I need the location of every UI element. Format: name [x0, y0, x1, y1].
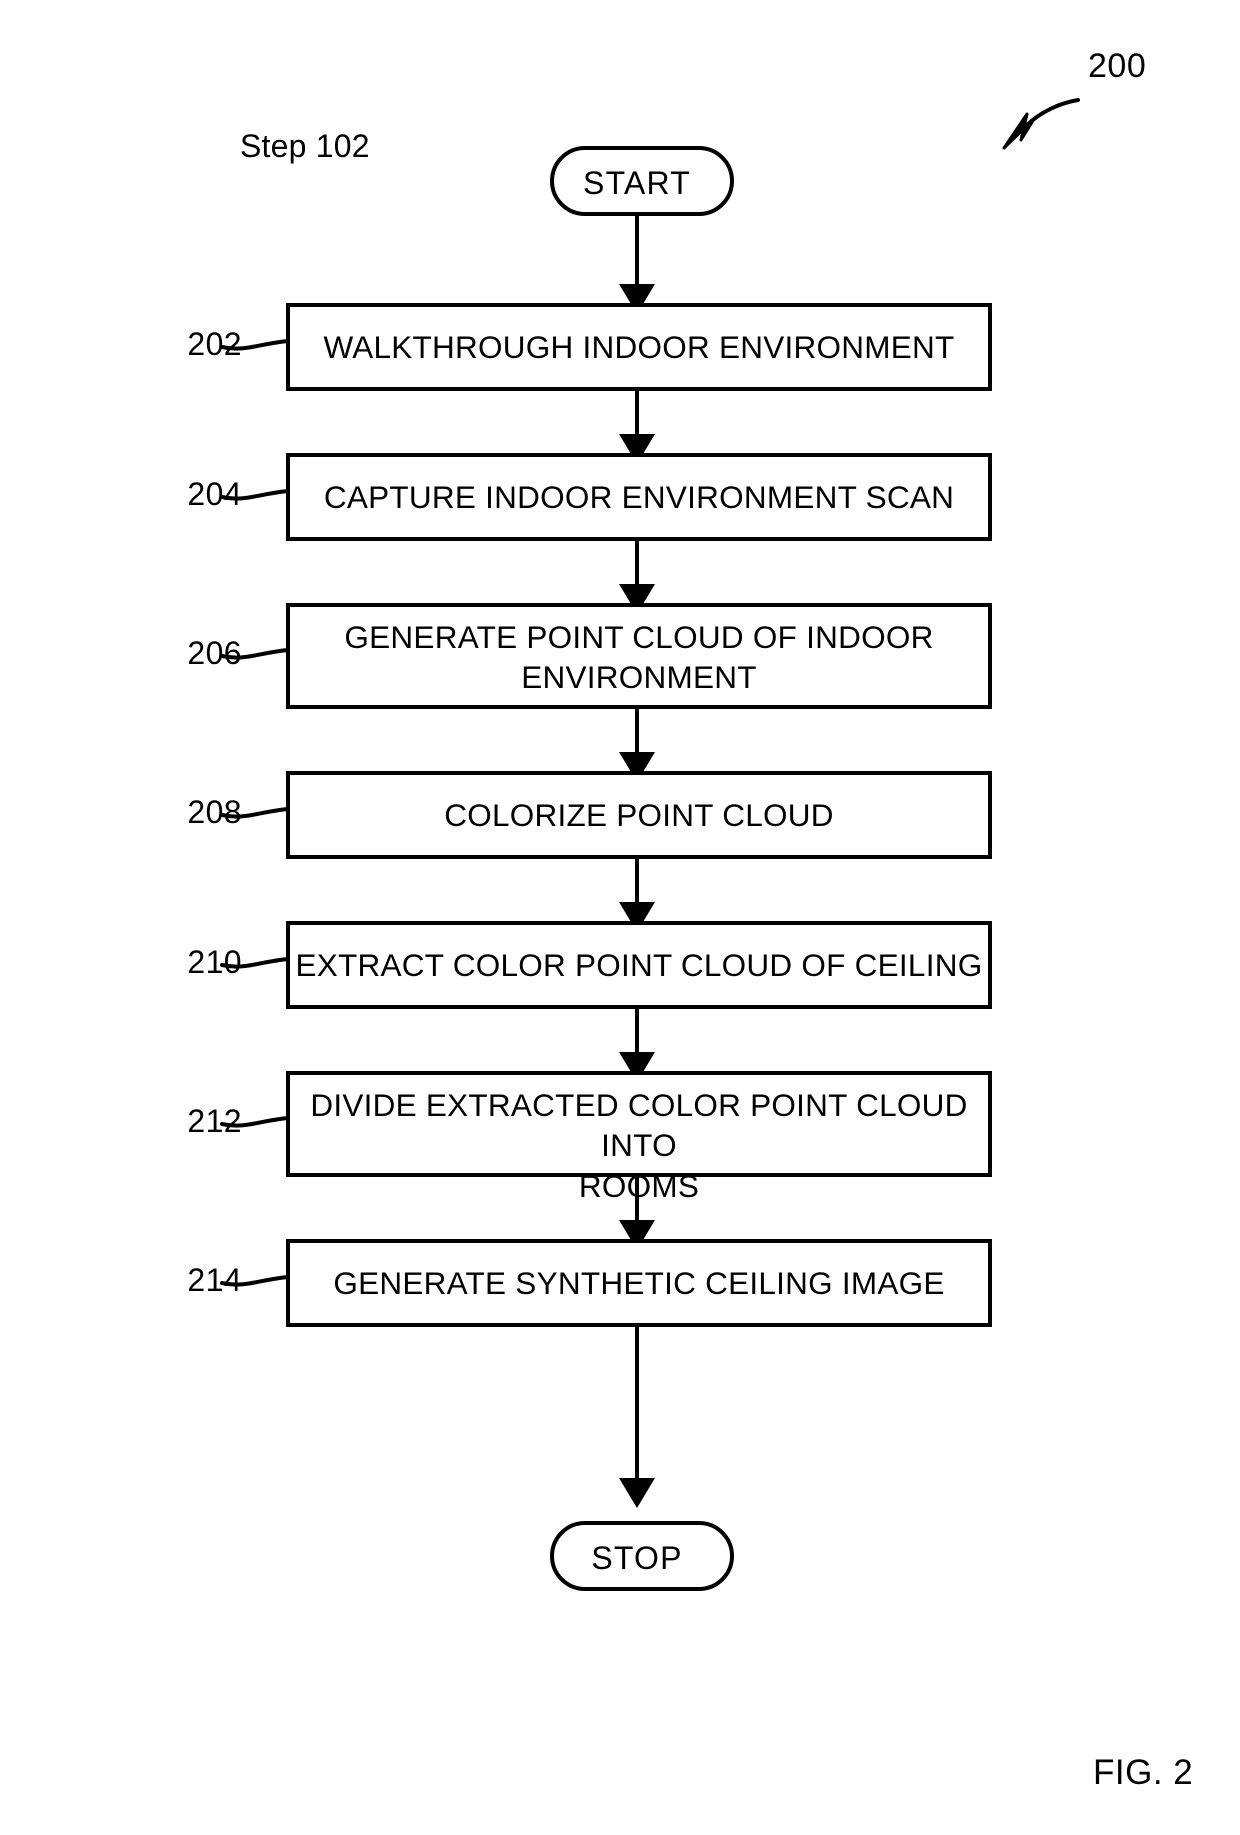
- process-box-206-label: GENERATE POINT CLOUD OF INDOOR ENVIRONME…: [288, 617, 990, 698]
- process-box-208-label: COLORIZE POINT CLOUD: [288, 795, 990, 835]
- process-box-212-line-1: DIVIDE EXTRACTED COLOR POINT CLOUD INTO: [310, 1087, 968, 1164]
- process-box-212-line-2: ROOMS: [578, 1167, 700, 1204]
- connector-204-to-206: [619, 539, 655, 614]
- connector-214-to-stop: [619, 1325, 655, 1508]
- stop-terminator-label: STOP: [591, 1540, 683, 1576]
- process-box-214-label: GENERATE SYNTHETIC CEILING IMAGE: [288, 1263, 990, 1303]
- process-box-214-line-1: GENERATE SYNTHETIC CEILING IMAGE: [333, 1265, 945, 1301]
- ref-number-208: 208: [187, 794, 242, 830]
- ref-number-210: 210: [187, 944, 242, 980]
- process-box-210-label: EXTRACT COLOR POINT CLOUD OF CEILING: [288, 945, 990, 985]
- figure-caption: FIG. 2: [1093, 1753, 1194, 1792]
- process-box-212-label: DIVIDE EXTRACTED COLOR POINT CLOUD INTO …: [288, 1085, 990, 1206]
- ref-number-214: 214: [187, 1262, 242, 1298]
- process-box-202-label: WALKTHROUGH INDOOR ENVIRONMENT: [288, 327, 990, 367]
- start-terminator-label: START: [583, 165, 691, 201]
- connector-start-to-202: [619, 214, 655, 314]
- process-box-202-line-1: WALKTHROUGH INDOOR ENVIRONMENT: [323, 329, 955, 365]
- connector-206-to-208: [619, 707, 655, 782]
- figure-ref-lead-arrow: [1002, 98, 1080, 150]
- ref-number-206: 206: [187, 635, 242, 671]
- process-box-206-line-1: GENERATE POINT CLOUD OF INDOOR: [344, 619, 934, 655]
- process-box-210-line-1: EXTRACT COLOR POINT CLOUD OF CEILING: [295, 947, 983, 983]
- process-box-208-line-1: COLORIZE POINT CLOUD: [444, 797, 834, 833]
- process-box-206-line-2: ENVIRONMENT: [521, 659, 757, 696]
- process-box-204-line-1: CAPTURE INDOOR ENVIRONMENT SCAN: [323, 479, 955, 515]
- connector-208-to-210: [619, 857, 655, 932]
- ref-number-212: 212: [187, 1103, 242, 1139]
- patent-figure-2: 200 Step 102 START 202 WALKTHROUGH INDOO…: [0, 0, 1240, 1835]
- connector-202-to-204: [619, 389, 655, 464]
- process-box-204-label: CAPTURE INDOOR ENVIRONMENT SCAN: [288, 477, 990, 517]
- ref-number-204: 204: [187, 476, 242, 512]
- figure-reference-number: 200: [1088, 47, 1147, 85]
- connector-210-to-212: [619, 1007, 655, 1082]
- ref-number-202: 202: [187, 326, 242, 362]
- step-102-label: Step 102: [240, 128, 370, 164]
